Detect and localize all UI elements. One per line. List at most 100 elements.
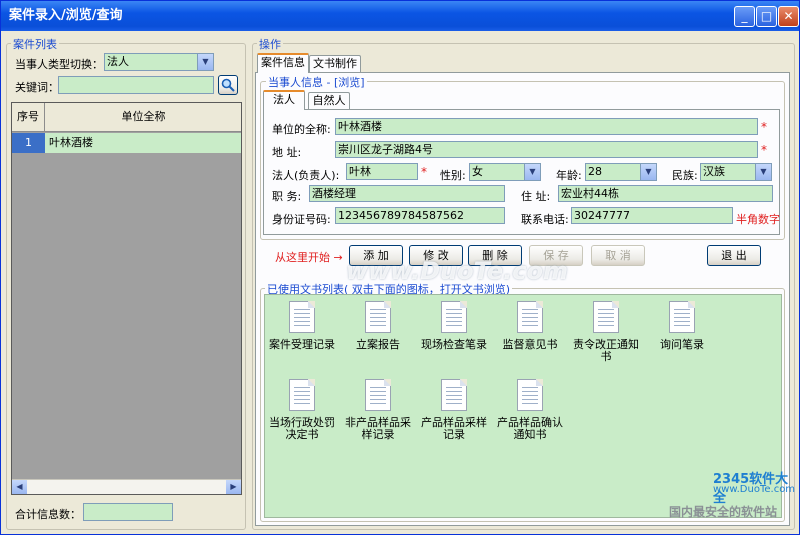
cancel-button[interactable]: 取 消 <box>591 245 645 266</box>
legal-person-field[interactable]: 叶林 <box>346 163 418 180</box>
search-button[interactable] <box>218 75 238 95</box>
document-icon <box>441 301 467 333</box>
column-header-index[interactable]: 序号 <box>12 103 45 132</box>
party-type-value: 法人 <box>107 55 129 68</box>
tab-document-making[interactable]: 文书制作 <box>309 55 361 73</box>
horizontal-scrollbar[interactable]: ◀ ▶ <box>12 479 241 494</box>
phone-label: 联系电话: <box>521 213 569 226</box>
maximize-button[interactable]: □ <box>756 6 777 27</box>
start-hint: 从这里开始 → <box>275 251 343 264</box>
scroll-right-icon[interactable]: ▶ <box>226 480 241 494</box>
gender-select[interactable]: 女 ▼ <box>469 163 541 181</box>
case-list-title: 案件列表 <box>11 36 59 52</box>
scroll-left-icon[interactable]: ◀ <box>12 480 27 494</box>
doc-label: 当场行政处罚决定书 <box>269 416 335 441</box>
legal-person-label: 法人(负责人): <box>272 169 340 182</box>
table-row[interactable]: 1 叶林酒楼 <box>12 133 241 153</box>
case-table: 序号 单位全称 1 叶林酒楼 ◀ ▶ <box>11 102 242 495</box>
document-icon <box>517 301 543 333</box>
doc-item[interactable]: 责令改正通知书 <box>568 301 644 363</box>
total-label: 合计信息数： <box>15 508 81 521</box>
doc-label: 询问笔录 <box>660 338 704 351</box>
chevron-down-icon: ▼ <box>197 54 213 70</box>
keyword-input[interactable] <box>58 76 214 94</box>
total-value <box>83 503 173 521</box>
keyword-label: 关键词： <box>15 81 59 94</box>
unit-name-field[interactable]: 叶林酒楼 <box>335 118 758 135</box>
age-label: 年龄: <box>556 169 582 182</box>
operation-title: 操作 <box>257 36 283 52</box>
required-mark: * <box>761 143 767 157</box>
doc-label: 产品样品确认通知书 <box>497 416 563 441</box>
document-icon <box>441 379 467 411</box>
row-name: 叶林酒楼 <box>49 136 93 149</box>
doc-label: 案件受理记录 <box>269 338 335 351</box>
document-icon <box>669 301 695 333</box>
doc-item[interactable]: 现场检查笔录 <box>416 301 492 351</box>
watermark-brand-url: www.DuoTe.com <box>713 484 796 495</box>
exit-button[interactable]: 退 出 <box>707 245 761 266</box>
close-icon: ✕ <box>783 9 794 23</box>
doc-item[interactable]: 产品样品采样记录 <box>416 379 492 441</box>
main-window: 案件录入/浏览/查询 _ □ ✕ 案件列表 当事人类型切换： 法人 ▼ 关键词：… <box>0 0 800 535</box>
document-icon <box>289 301 315 333</box>
title-bar: 案件录入/浏览/查询 <box>1 1 799 31</box>
doc-item[interactable]: 非产品样品采样记录 <box>340 379 416 441</box>
doc-label: 立案报告 <box>356 338 400 351</box>
table-header: 序号 单位全称 <box>12 103 241 132</box>
doc-item[interactable]: 询问笔录 <box>644 301 720 351</box>
position-field[interactable]: 酒楼经理 <box>309 185 505 202</box>
chevron-down-icon: ▼ <box>755 164 771 180</box>
ethnic-label: 民族: <box>672 169 698 182</box>
address-label: 地 址: <box>272 146 302 159</box>
party-type-label: 当事人类型切换： <box>15 58 103 71</box>
required-mark: * <box>761 120 767 134</box>
phone-field[interactable]: 30247777 <box>571 207 733 224</box>
ethnic-select[interactable]: 汉族 ▼ <box>700 163 772 181</box>
id-number-field[interactable]: 123456789784587562 <box>335 207 505 224</box>
position-label: 职 务: <box>272 190 302 203</box>
doc-label: 产品样品采样记录 <box>421 416 487 441</box>
doc-item[interactable]: 当场行政处罚决定书 <box>264 379 340 441</box>
close-button[interactable]: ✕ <box>778 6 799 27</box>
unit-name-label: 单位的全称: <box>272 123 331 136</box>
residence-field[interactable]: 宏业村44栋 <box>558 185 773 202</box>
maximize-icon: □ <box>760 9 773 23</box>
party-type-select[interactable]: 法人 ▼ <box>104 53 214 71</box>
gender-label: 性别: <box>440 169 466 182</box>
age-select[interactable]: 28 ▼ <box>585 163 657 181</box>
doc-item[interactable]: 案件受理记录 <box>264 301 340 351</box>
minimize-button[interactable]: _ <box>734 6 755 27</box>
chevron-down-icon: ▼ <box>524 164 540 180</box>
doc-label: 责令改正通知书 <box>573 338 639 363</box>
gender-value: 女 <box>472 165 483 178</box>
row-index: 1 <box>12 133 45 153</box>
document-icon <box>289 379 315 411</box>
tab-legal-person[interactable]: 法人 <box>263 90 305 110</box>
document-icon <box>365 379 391 411</box>
age-value: 28 <box>588 165 602 178</box>
ethnic-value: 汉族 <box>703 165 725 178</box>
document-icon <box>517 379 543 411</box>
document-icon <box>593 301 619 333</box>
watermark-center: www.DuoTe.com <box>346 257 568 285</box>
column-header-name[interactable]: 单位全称 <box>46 103 241 132</box>
residence-label: 住 址: <box>521 190 551 203</box>
minimize-icon: _ <box>741 9 748 23</box>
id-number-label: 身份证号码: <box>272 213 331 226</box>
document-icon <box>365 301 391 333</box>
doc-label: 非产品样品采样记录 <box>345 416 411 441</box>
party-info-title: 当事人信息 - [浏览] <box>266 74 367 90</box>
doc-item[interactable]: 产品样品确认通知书 <box>492 379 568 441</box>
tab-natural-person[interactable]: 自然人 <box>308 92 350 110</box>
required-mark: * <box>421 165 427 179</box>
doc-item[interactable]: 立案报告 <box>340 301 416 351</box>
phone-hint: 半角数字 <box>736 213 780 226</box>
doc-item[interactable]: 监督意见书 <box>492 301 568 351</box>
address-field[interactable]: 崇川区龙子湖路4号 <box>335 141 758 158</box>
doc-label: 现场检查笔录 <box>421 338 487 351</box>
window-title: 案件录入/浏览/查询 <box>9 8 123 23</box>
chevron-down-icon: ▼ <box>640 164 656 180</box>
tab-case-info[interactable]: 案件信息 <box>257 53 309 73</box>
search-icon <box>221 78 235 92</box>
